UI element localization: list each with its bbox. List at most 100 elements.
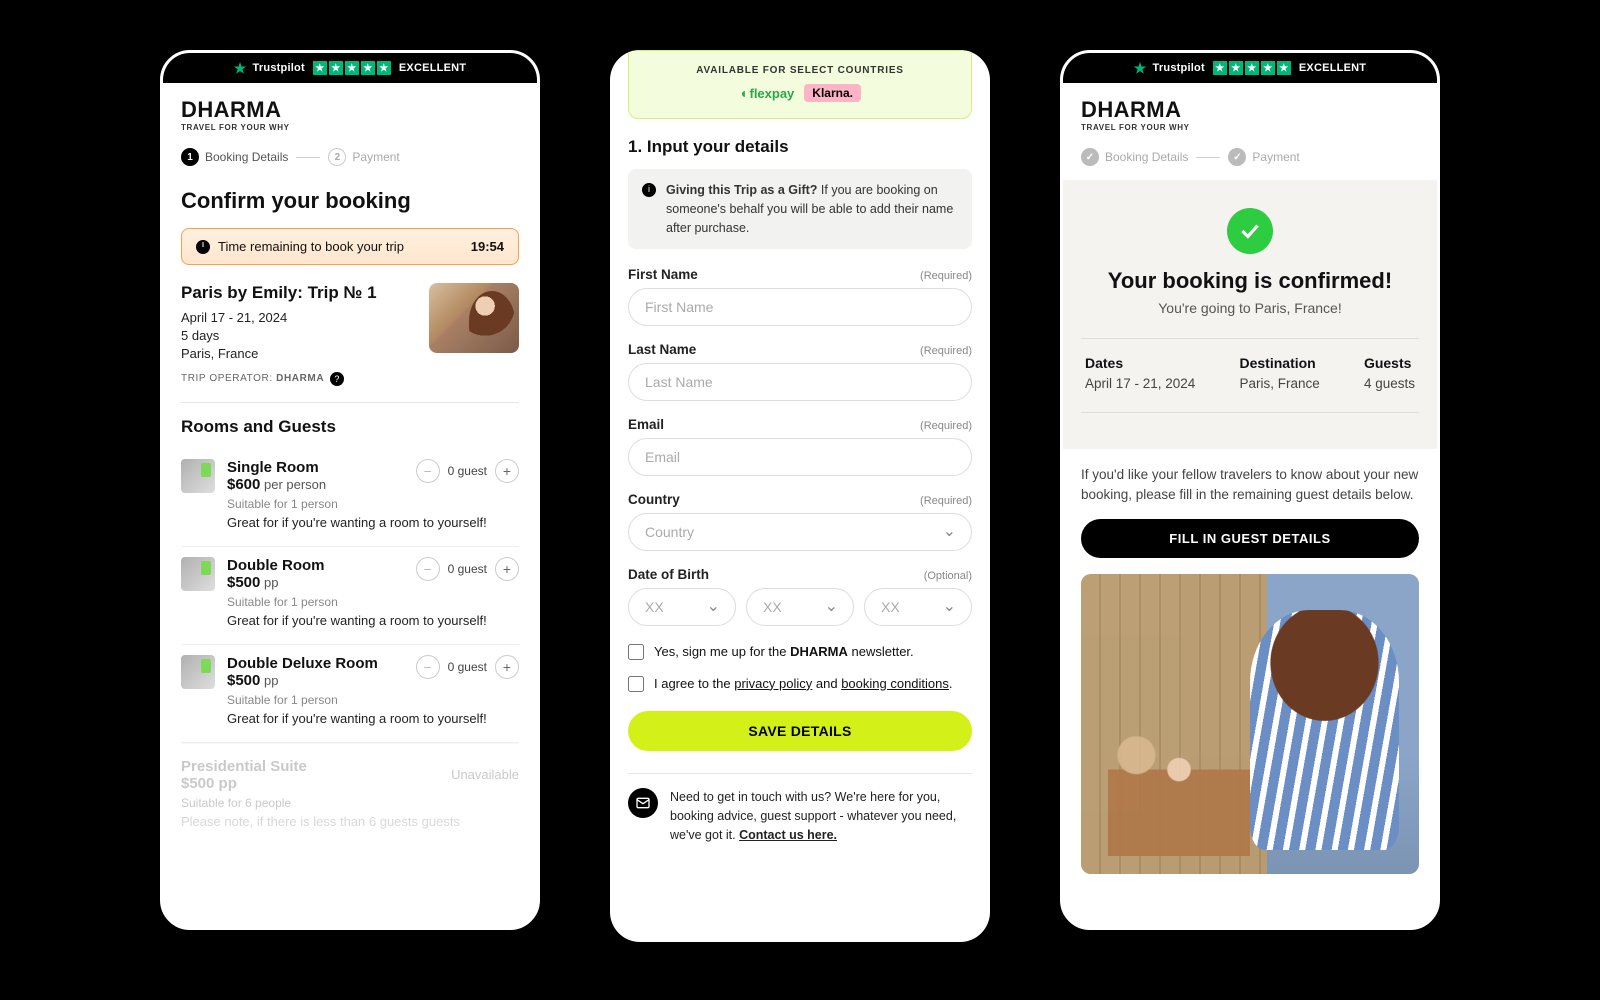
first-name-input[interactable] <box>628 288 972 326</box>
trip-thumbnail <box>429 283 519 353</box>
destination-heading: Destination <box>1240 355 1320 371</box>
room-thumbnail <box>181 655 215 689</box>
step-dot-done-icon: ✓ <box>1081 148 1099 166</box>
terms-checkbox-row: I agree to the privacy policy and bookin… <box>610 674 990 706</box>
trustpilot-star-icon: ★ <box>234 60 247 77</box>
mail-icon <box>628 788 658 818</box>
room-suitable: Suitable for 6 people <box>181 796 519 810</box>
country-label: Country <box>628 492 680 507</box>
required-tag: (Required) <box>920 345 972 357</box>
required-tag: (Required) <box>920 420 972 432</box>
destination-hero-image <box>1081 574 1419 874</box>
guests-heading: Guests <box>1364 355 1415 371</box>
confirmation-screen: ★ Trustpilot ★★★★★ EXCELLENT DHARMA TRAV… <box>1060 50 1440 930</box>
trip-duration: 5 days <box>181 327 377 345</box>
timer-value: 19:54 <box>471 239 504 254</box>
destination-value: Paris, France <box>1240 375 1320 394</box>
guest-count: 0 guest <box>448 562 487 576</box>
dob-day-select[interactable]: XX <box>628 588 736 626</box>
step-connector <box>1196 157 1220 158</box>
guest-minus-button[interactable]: − <box>416 557 440 581</box>
room-desc: Great for if you're wanting a room to yo… <box>227 613 519 628</box>
save-details-button[interactable]: SAVE DETAILS <box>628 711 972 751</box>
dob-year-select[interactable]: XX <box>864 588 972 626</box>
avail-label: AVAILABLE FOR SELECT COUNTRIES <box>639 65 961 76</box>
booking-conditions-link[interactable]: booking conditions <box>841 676 949 691</box>
room-option: Double Deluxe Room $500 pp − 0 guest + S… <box>181 645 519 743</box>
field-dob: Date of Birth (Optional) XX XX XX <box>610 567 990 642</box>
room-thumbnail <box>181 557 215 591</box>
brand-header: DHARMA TRAVEL FOR YOUR WHY <box>1063 83 1437 138</box>
country-select[interactable]: Country <box>628 513 972 551</box>
fill-guest-details-button[interactable]: FILL IN GUEST DETAILS <box>1081 519 1419 558</box>
share-prompt: If you'd like your fellow travelers to k… <box>1063 449 1437 520</box>
trip-dates: April 17 - 21, 2024 <box>181 309 377 327</box>
trustpilot-bar: ★ Trustpilot ★★★★★ EXCELLENT <box>1063 53 1437 83</box>
field-first-name: First Name (Required) <box>610 267 990 342</box>
contact-us-link[interactable]: Contact us here. <box>739 828 837 842</box>
room-name: Single Room <box>227 459 326 476</box>
input-details-screen: AVAILABLE FOR SELECT COUNTRIES flexpay K… <box>610 50 990 942</box>
email-label: Email <box>628 417 664 432</box>
clock-icon <box>196 240 210 254</box>
room-option: Double Room $500 pp − 0 guest + Suitable… <box>181 547 519 645</box>
room-suitable: Suitable for 1 person <box>227 497 519 511</box>
checkout-stepper: ✓ Booking Details ✓ Payment <box>1063 138 1437 180</box>
last-name-input[interactable] <box>628 363 972 401</box>
step-dot-2: 2 <box>328 148 346 166</box>
room-suitable: Suitable for 1 person <box>227 693 519 707</box>
trustpilot-bar: ★ Trustpilot ★★★★★ EXCELLENT <box>163 53 537 83</box>
unavailable-tag: Unavailable <box>451 767 519 782</box>
room-note: Please note, if there is less than 6 gue… <box>181 814 519 829</box>
brand-logo: DHARMA <box>1081 97 1419 123</box>
confirmation-summary: Dates April 17 - 21, 2024 Destination Pa… <box>1081 355 1419 412</box>
guest-plus-button[interactable]: + <box>495 655 519 679</box>
optional-tag: (Optional) <box>924 570 972 582</box>
trip-operator: TRIP OPERATOR: DHARMA ? <box>181 372 519 386</box>
step-connector <box>296 157 320 158</box>
step-payment: ✓ Payment <box>1228 148 1299 166</box>
confirmation-subtitle: You're going to Paris, France! <box>1081 300 1419 316</box>
room-desc: Great for if you're wanting a room to yo… <box>227 711 519 726</box>
room-thumbnail <box>181 459 215 493</box>
guest-stepper: − 0 guest + <box>416 655 519 679</box>
page-title: Confirm your booking <box>181 188 519 214</box>
confirmation-title: Your booking is confirmed! <box>1081 268 1419 294</box>
newsletter-checkbox[interactable] <box>628 644 644 660</box>
trip-summary: Paris by Emily: Trip № 1 April 17 - 21, … <box>181 283 519 364</box>
booking-timer-notice: Time remaining to book your trip 19:54 <box>181 228 519 265</box>
brand-tagline: TRAVEL FOR YOUR WHY <box>181 123 519 132</box>
trustpilot-label: Trustpilot <box>253 62 305 74</box>
newsletter-checkbox-row: Yes, sign me up for the DHARMA newslette… <box>610 642 990 674</box>
guest-count: 0 guest <box>448 660 487 674</box>
guest-minus-button[interactable]: − <box>416 459 440 483</box>
guest-stepper: − 0 guest + <box>416 459 519 483</box>
checkout-stepper: 1 Booking Details 2 Payment <box>163 138 537 180</box>
step-payment: 2 Payment <box>328 148 399 166</box>
step-booking-details: ✓ Booking Details <box>1081 148 1188 166</box>
room-option-unavailable: Presidential Suite $500 pp Unavailable S… <box>181 743 519 845</box>
privacy-policy-link[interactable]: privacy policy <box>734 676 812 691</box>
rooms-section-title: Rooms and Guests <box>181 417 519 437</box>
operator-info-icon[interactable]: ? <box>330 372 344 386</box>
guest-minus-button[interactable]: − <box>416 655 440 679</box>
trustpilot-label: Trustpilot <box>1153 62 1205 74</box>
last-name-label: Last Name <box>628 342 696 357</box>
trustpilot-star-icon: ★ <box>1134 60 1147 77</box>
gift-notice: i Giving this Trip as a Gift? If you are… <box>628 169 972 249</box>
guest-plus-button[interactable]: + <box>495 557 519 581</box>
required-tag: (Required) <box>920 270 972 282</box>
room-name: Presidential Suite <box>181 758 307 775</box>
brand-header: DHARMA TRAVEL FOR YOUR WHY <box>163 83 537 138</box>
dob-month-select[interactable]: XX <box>746 588 854 626</box>
guest-plus-button[interactable]: + <box>495 459 519 483</box>
trip-location: Paris, France <box>181 345 377 363</box>
klarna-logo: Klarna. <box>804 84 861 102</box>
terms-checkbox[interactable] <box>628 676 644 692</box>
trustpilot-rating: EXCELLENT <box>1299 62 1366 74</box>
guest-stepper: − 0 guest + <box>416 557 519 581</box>
room-price: $500 pp <box>181 775 307 792</box>
dates-heading: Dates <box>1085 355 1195 371</box>
email-input[interactable] <box>628 438 972 476</box>
step-dot-1: 1 <box>181 148 199 166</box>
